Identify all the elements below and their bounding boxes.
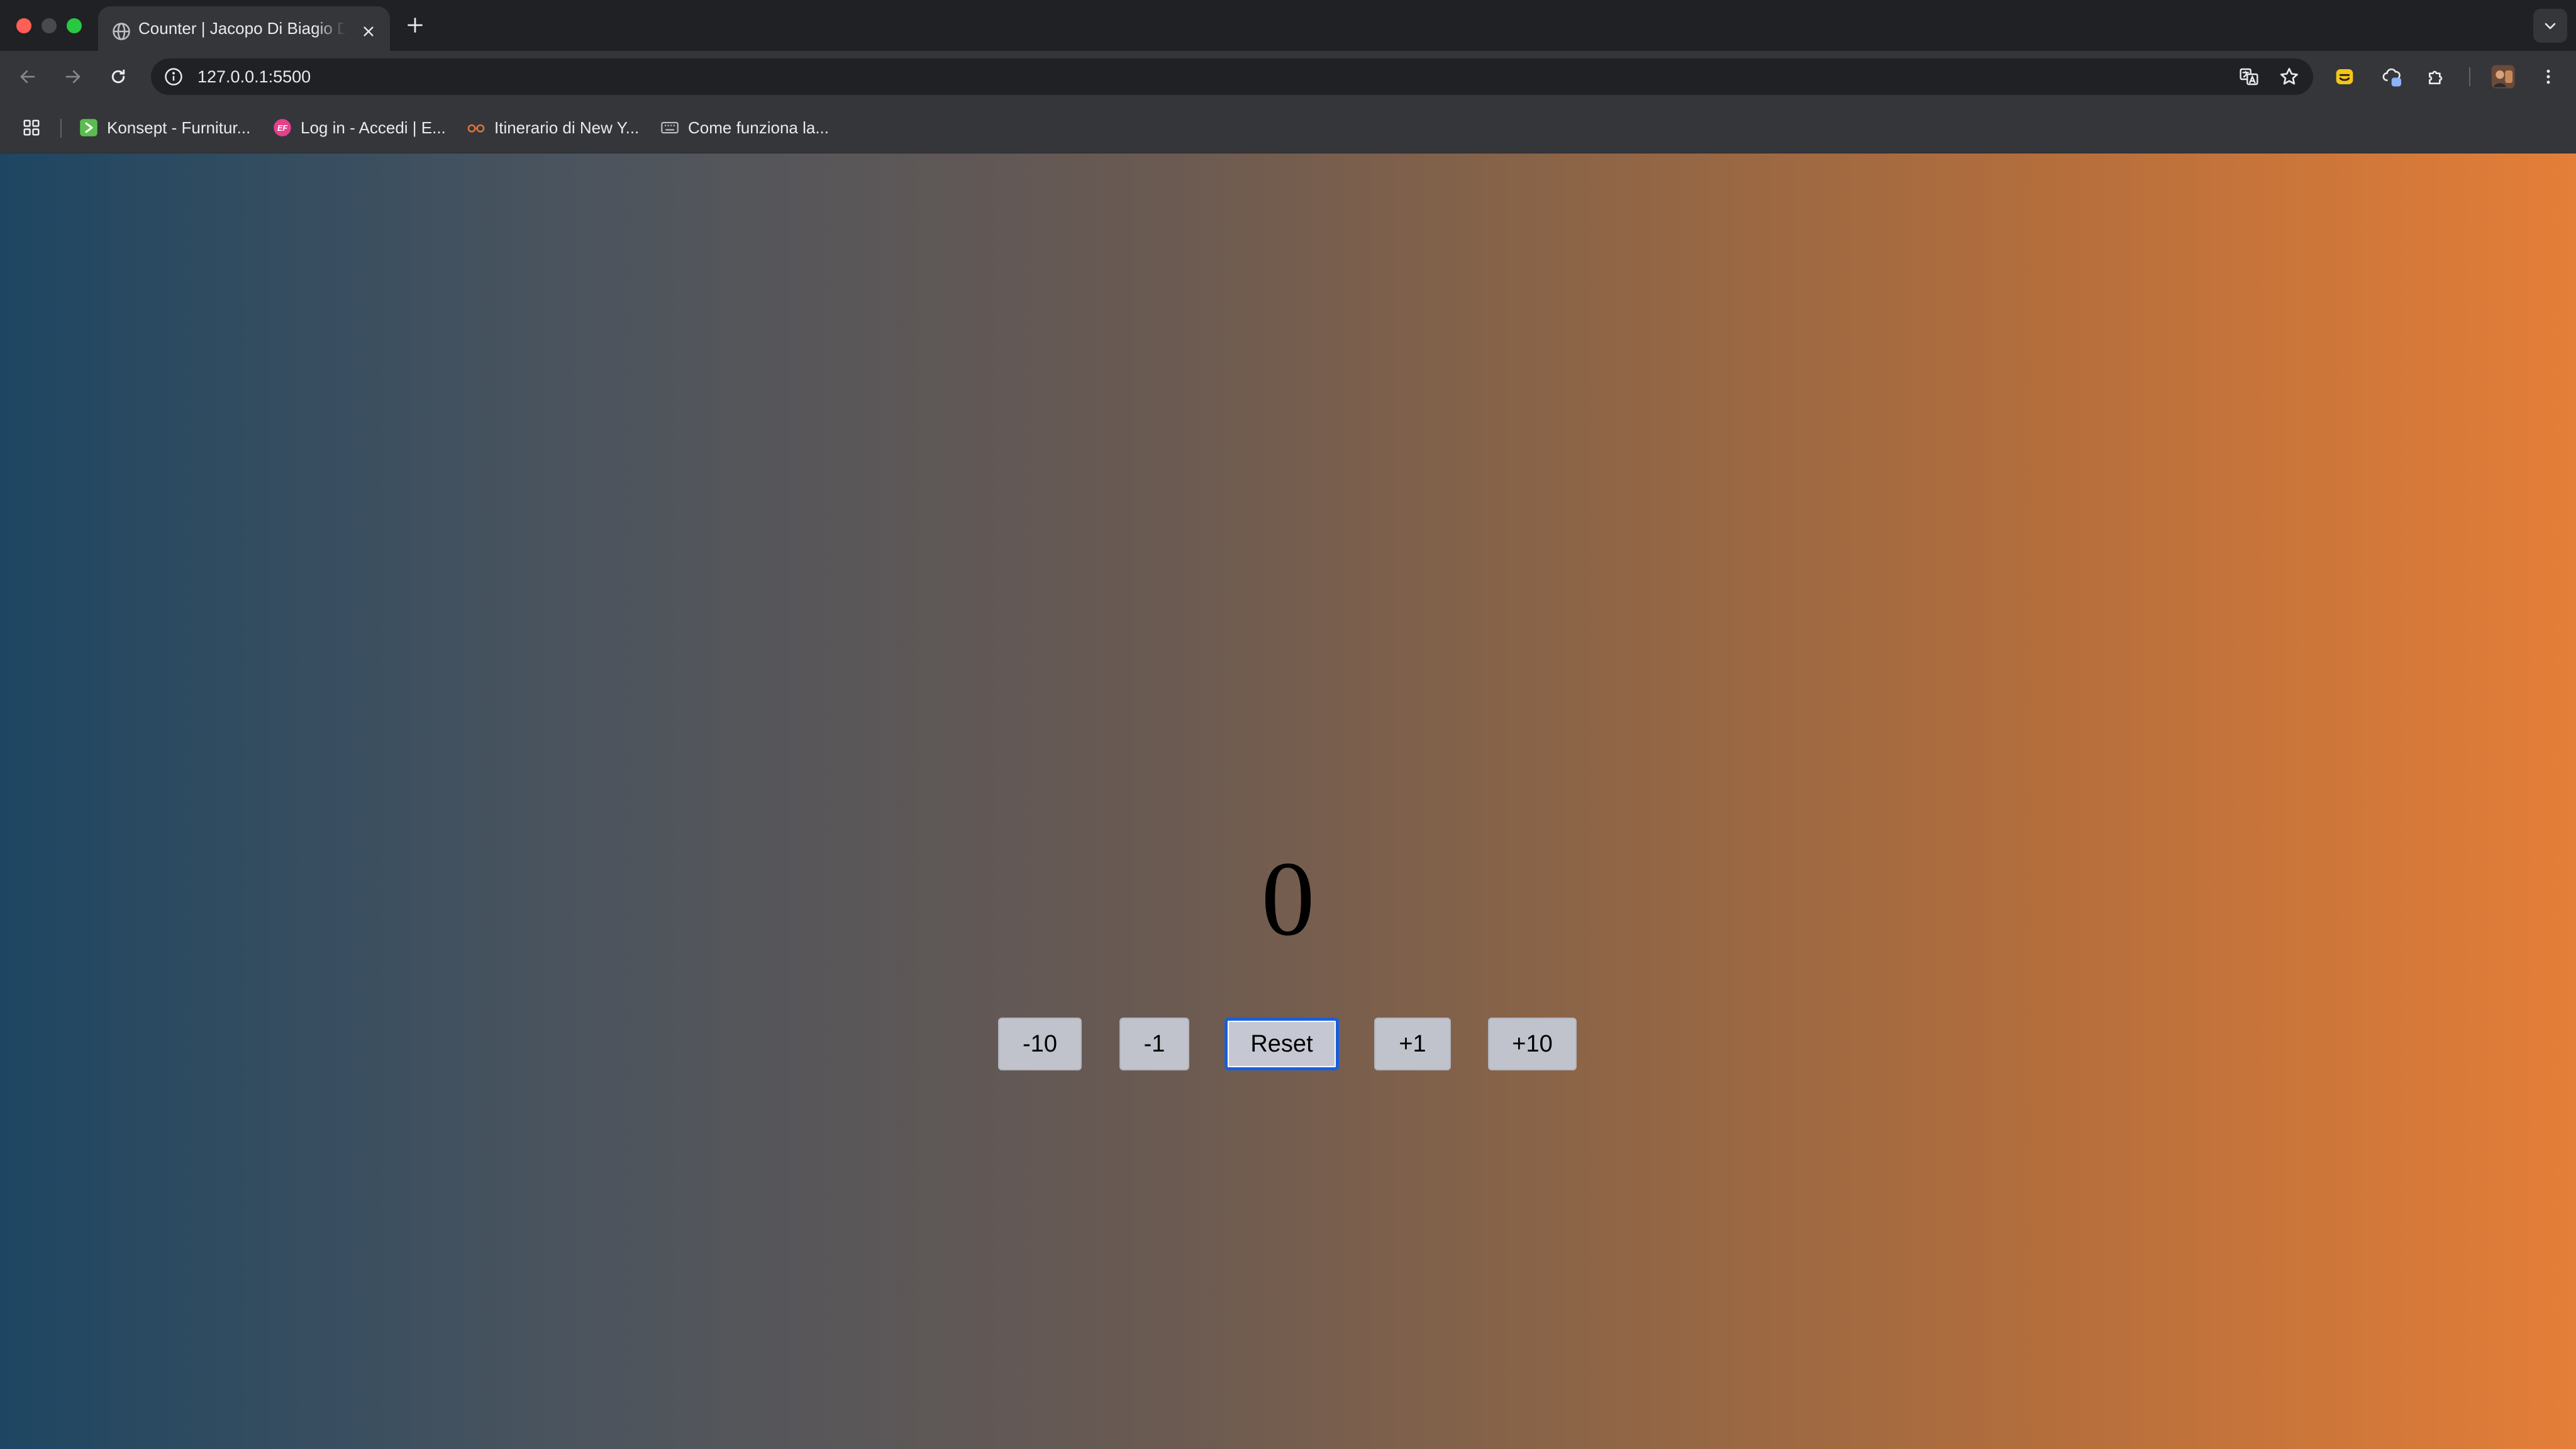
chevron-down-icon [2545,23,2556,30]
minimize-window-button[interactable] [42,18,57,33]
bookmarks-separator [60,119,62,138]
forward-arrow-icon [65,70,80,84]
toolbar-separator [2469,67,2470,86]
plus-ten-button[interactable]: +10 [1488,1018,1577,1070]
bookmark-login[interactable]: EF Log in - Accedi | E... [273,113,446,142]
active-tab[interactable]: Counter | Jacopo Di Biagio Dev [98,6,390,51]
konsept-favicon [79,118,98,137]
puzzle-icon[interactable] [2421,62,2451,92]
svg-text:EF: EF [277,124,287,133]
extension-yellow-icon[interactable] [2329,62,2360,92]
bookmark-konsept[interactable]: Konsept - Furnitur... [79,113,250,142]
info-icon[interactable] [161,64,186,89]
bookmarks-bar: Konsept - Furnitur... EF Log in - Accedi… [0,103,2576,153]
star-icon[interactable] [2277,64,2302,89]
address-bar[interactable]: 127.0.0.1:5500 [151,58,2313,95]
close-window-button[interactable] [16,18,31,33]
reload-icon [111,69,125,84]
bookmark-label: Log in - Accedi | E... [301,118,446,137]
profile-avatar[interactable] [2488,62,2518,92]
ef-favicon: EF [273,118,292,137]
bookmark-label: Come funziona la... [688,118,830,137]
reload-button[interactable] [103,62,133,92]
glasses-favicon [467,118,486,137]
translate-icon[interactable] [2236,64,2262,89]
maximize-window-button[interactable] [67,18,82,33]
forward-button[interactable] [58,62,88,92]
plus-one-button[interactable]: +1 [1374,1018,1451,1070]
page-content: 0 -10 -1 Reset +1 +10 [0,153,2576,1449]
browser-toolbar: 127.0.0.1:5500 [0,51,2576,103]
url-text[interactable]: 127.0.0.1:5500 [197,58,311,95]
bookmark-label: Konsept - Furnitur... [107,118,251,137]
back-arrow-icon [20,70,35,84]
more-vert-icon[interactable] [2533,62,2563,92]
bookmark-come-funziona[interactable]: Come funziona la... [660,113,829,142]
extension-cloud-icon[interactable] [2377,62,2407,92]
tab-search-button[interactable] [2533,9,2567,43]
new-tab-button[interactable] [402,13,428,38]
counter-value: 0 [1261,840,1315,958]
minus-one-button[interactable]: -1 [1119,1018,1189,1070]
reset-button[interactable]: Reset [1224,1018,1339,1070]
back-button[interactable] [13,62,43,92]
bookmark-itinerario[interactable]: Itinerario di New Y... [467,113,639,142]
globe-icon [112,22,131,41]
plus-icon [408,18,423,33]
minus-ten-button[interactable]: -10 [998,1018,1082,1070]
close-tab-icon[interactable] [357,20,380,43]
bookmark-label: Itinerario di New Y... [494,118,640,137]
tab-title: Counter | Jacopo Di Biagio Dev [138,19,346,38]
keyboard-favicon [660,118,679,137]
apps-grid-icon[interactable] [19,115,44,140]
tab-strip: Counter | Jacopo Di Biagio Dev [0,0,2576,51]
